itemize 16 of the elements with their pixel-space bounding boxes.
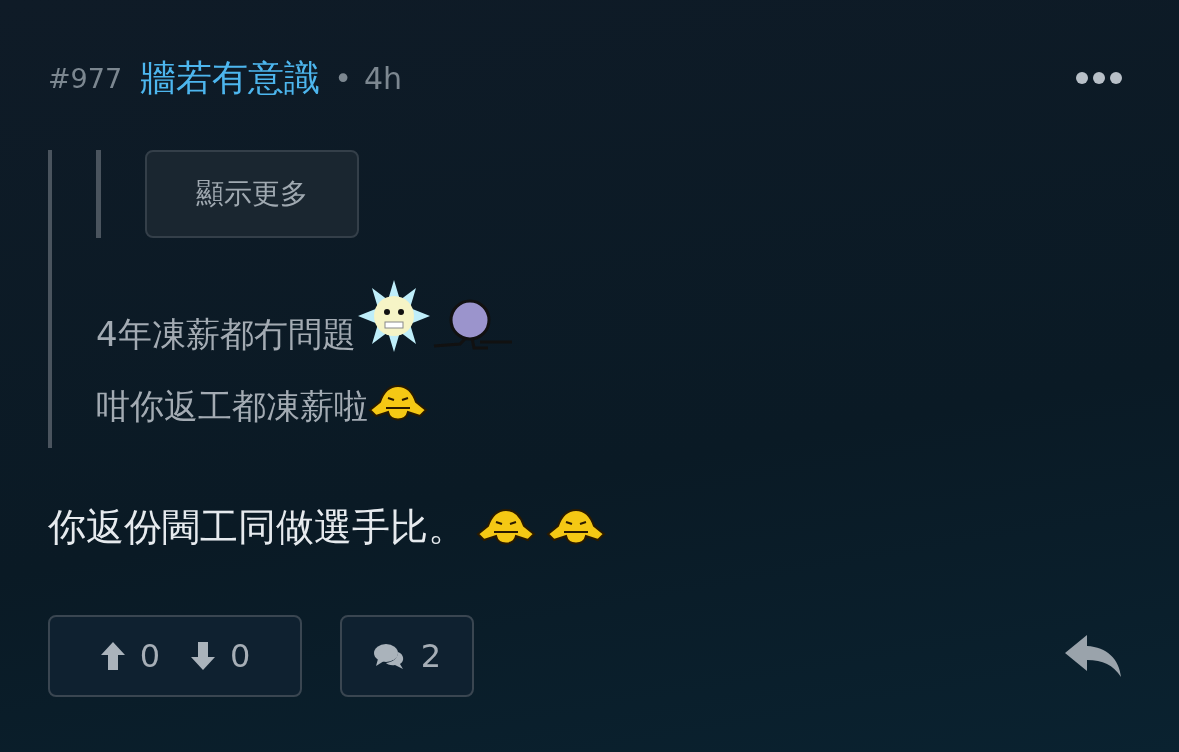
downvote-button[interactable]: 0: [190, 637, 251, 675]
down-arrow-icon: [190, 641, 216, 671]
post-time: 4h: [363, 60, 402, 96]
reply-icon[interactable]: [1063, 633, 1123, 679]
quote-text: 4年凍薪都冇問題: [96, 313, 356, 356]
author-name[interactable]: 牆若有意識: [140, 53, 321, 103]
comments-button[interactable]: 2: [340, 615, 474, 697]
more-options-icon[interactable]: [1075, 71, 1123, 85]
post-number: #977: [48, 62, 123, 94]
chat-bubbles-icon: [372, 642, 405, 670]
separator-dot: •: [334, 60, 352, 96]
comment-text: 你返份閪工同做選手比。: [48, 504, 466, 551]
up-arrow-icon: [99, 641, 126, 671]
show-more-button[interactable]: 顯示更多: [145, 150, 359, 238]
upvote-button[interactable]: 0: [99, 637, 160, 675]
quote-text: 咁你返工都凍薪啦: [96, 385, 368, 428]
